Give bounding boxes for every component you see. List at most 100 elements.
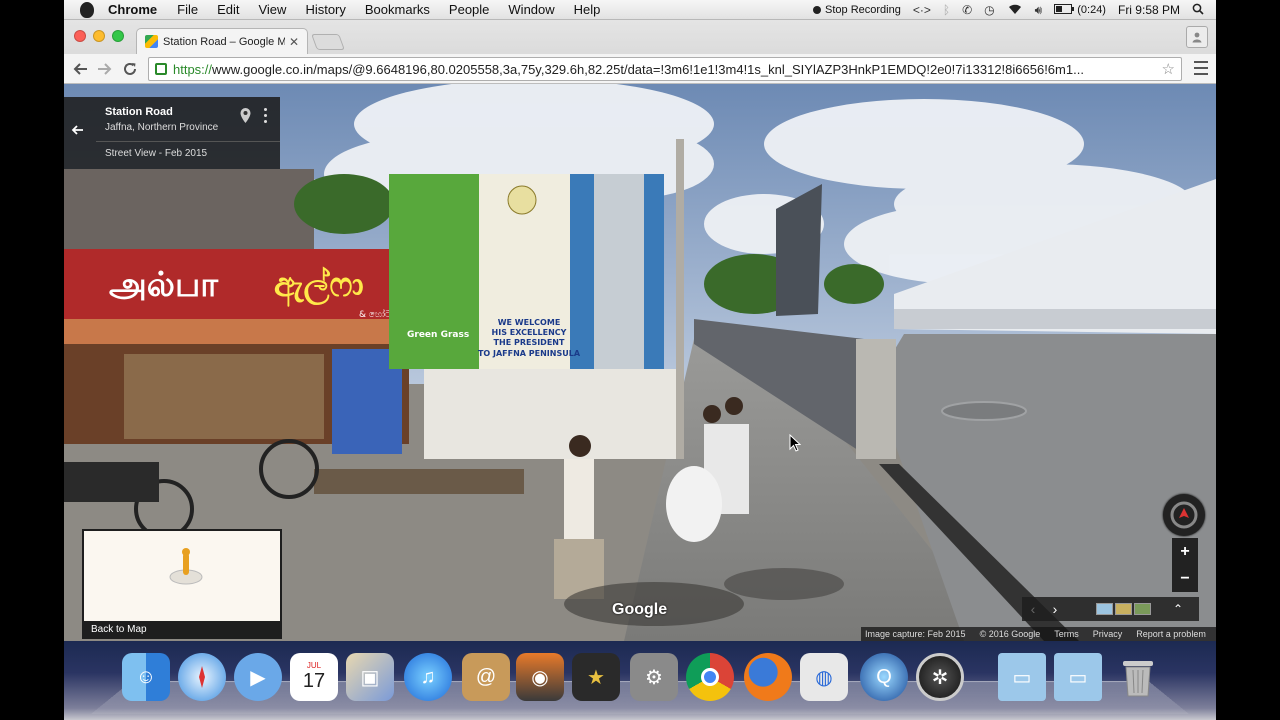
new-tab-button[interactable] — [311, 34, 345, 50]
strip-next-icon[interactable]: › — [1044, 601, 1066, 617]
forward-button[interactable] — [93, 57, 117, 81]
secure-lock-icon[interactable] — [155, 63, 167, 75]
aperture-icon[interactable]: ✲ — [916, 653, 964, 701]
tab-close-icon[interactable]: ✕ — [289, 35, 299, 49]
thumbnail[interactable] — [1115, 603, 1132, 615]
menu-history[interactable]: History — [305, 2, 345, 17]
window-close-button[interactable] — [74, 30, 86, 42]
image-capture-icon[interactable]: ◉ — [516, 653, 564, 701]
quicktime-icon[interactable]: Q — [860, 653, 908, 701]
phone-icon[interactable]: ✆ — [962, 3, 972, 17]
safari-icon[interactable] — [178, 653, 226, 701]
spotlight-search-icon[interactable] — [1192, 3, 1204, 18]
menu-view[interactable]: View — [258, 2, 286, 17]
expand-strip-icon[interactable]: ⌃ — [1173, 602, 1183, 616]
compass-control[interactable] — [1163, 494, 1205, 536]
thumbnail[interactable] — [1096, 603, 1113, 615]
calendar-month: JUL — [306, 661, 322, 670]
documents-folder-icon[interactable]: ▭ — [998, 653, 1046, 701]
reload-button[interactable] — [118, 57, 142, 81]
window-controls — [74, 30, 131, 42]
menu-app-chrome[interactable]: Chrome — [108, 2, 157, 17]
back-button[interactable] — [68, 57, 92, 81]
itunes-icon[interactable]: ♫ — [404, 653, 452, 701]
back-to-map-link[interactable]: Back to Map — [91, 624, 147, 635]
capture-date-label: Street View - Feb 2015 — [105, 148, 208, 159]
map-footer: Image capture: Feb 2015 © 2016 Google Te… — [861, 627, 1216, 641]
address-bar[interactable]: https:// www.google.co.in/maps/@9.664819… — [148, 57, 1182, 81]
battery-icon — [1054, 4, 1075, 14]
image-capture-date: Image capture: Feb 2015 — [865, 629, 966, 639]
url-text: www.google.co.in/maps/@9.6648196,80.0205… — [212, 61, 1084, 77]
card-divider — [96, 141, 280, 142]
imovie-icon[interactable]: ★ — [572, 653, 620, 701]
wifi-icon[interactable] — [1007, 3, 1023, 18]
volume-icon[interactable]: 🔊︎ — [1035, 3, 1043, 18]
billboard-line-3: THE PRESIDENT — [494, 338, 565, 347]
bookmark-star-icon[interactable]: ☆ — [1162, 60, 1175, 78]
strip-thumbnails — [1096, 603, 1153, 615]
menu-people[interactable]: People — [449, 2, 489, 17]
finder-icon[interactable]: ☺ — [122, 653, 170, 701]
pegman-icon[interactable] — [168, 545, 204, 585]
strip-prev-icon[interactable]: ‹ — [1022, 601, 1044, 617]
calendar-day: 17 — [302, 670, 326, 692]
zoom-out-button[interactable]: − — [1172, 565, 1198, 592]
shop-sign-sinhala: ඇල්ෆා — [274, 265, 364, 307]
menu-window[interactable]: Window — [508, 2, 554, 17]
copyright: © 2016 Google — [979, 629, 1041, 639]
contacts-icon[interactable]: @ — [462, 653, 510, 701]
maps-favicon-icon — [145, 35, 158, 48]
place-title: Station Road — [105, 106, 173, 118]
battery-status[interactable]: (0:24) — [1054, 4, 1106, 16]
billboard-line-2: HIS EXCELLENCY — [492, 328, 567, 337]
network-utility-icon[interactable]: ◍ — [800, 653, 848, 701]
menu-file[interactable]: File — [177, 2, 198, 17]
menu-bookmarks[interactable]: Bookmarks — [365, 2, 430, 17]
apple-menu-icon[interactable] — [80, 1, 94, 18]
tab-title: Station Road – Google Ma — [163, 35, 285, 48]
menubar-clock[interactable]: Fri 9:58 PM — [1118, 3, 1180, 17]
firefox-icon[interactable] — [744, 653, 792, 701]
system-preferences-icon[interactable]: ⚙ — [630, 653, 678, 701]
more-options-icon[interactable] — [262, 108, 268, 123]
thumbnail[interactable] — [1134, 603, 1151, 615]
google-logo: Google — [612, 601, 668, 618]
minimap[interactable]: Back to Map — [82, 529, 282, 639]
time-machine-icon[interactable]: ◷ — [984, 3, 994, 17]
code-icon[interactable]: <·> — [913, 3, 931, 17]
chrome-icon[interactable] — [686, 653, 734, 701]
facetime-icon[interactable]: ▶ — [234, 653, 282, 701]
minimap-area[interactable] — [84, 531, 280, 621]
browser-tab-active[interactable]: Station Road – Google Ma ✕ — [136, 28, 308, 54]
report-problem-link[interactable]: Report a problem — [1136, 629, 1206, 639]
place-subtitle: Jaffna, Northern Province — [105, 122, 219, 133]
window-zoom-button[interactable] — [112, 30, 124, 42]
chrome-menu-button[interactable] — [1194, 61, 1208, 75]
menu-help[interactable]: Help — [574, 2, 601, 17]
zoom-in-button[interactable]: + — [1172, 538, 1198, 565]
mouse-cursor-icon — [789, 434, 801, 452]
screen: Chrome File Edit View History Bookmarks … — [0, 0, 1280, 720]
back-to-map-arrow-icon[interactable] — [70, 123, 84, 141]
stop-recording-button[interactable]: Stop Recording — [813, 4, 901, 16]
terms-link[interactable]: Terms — [1054, 629, 1079, 639]
street-view-panorama[interactable]: அல்பா ඇල්ෆා & හෝටල WE WELCOME HIS EXCELL… — [64, 84, 1216, 641]
downloads-folder-icon[interactable]: ▭ — [1054, 653, 1102, 701]
calendar-icon[interactable]: JUL 17 — [290, 653, 338, 701]
privacy-link[interactable]: Privacy — [1093, 629, 1123, 639]
shop-sign-tamil: அல்பா — [109, 265, 219, 305]
reload-icon — [124, 62, 136, 75]
window-minimize-button[interactable] — [93, 30, 105, 42]
menu-edit[interactable]: Edit — [217, 2, 239, 17]
trash-icon[interactable] — [1114, 653, 1162, 701]
mac-dock: ☺ ▶ JUL 17 ▣ ♫ @ ◉ ★ ⚙ ◍ Q ✲ ▭ ▭ — [64, 641, 1216, 720]
bluetooth-icon[interactable]: ᛒ — [943, 3, 950, 17]
location-pin-icon[interactable] — [240, 108, 251, 123]
forward-arrow-icon — [98, 63, 112, 75]
photo-preview-icon[interactable]: ▣ — [346, 653, 394, 701]
billboard-line-4: TO JAFFNA PENINSULA — [478, 349, 581, 358]
record-icon — [813, 6, 822, 14]
profile-button[interactable] — [1186, 26, 1208, 48]
compass-icon — [1170, 501, 1198, 529]
